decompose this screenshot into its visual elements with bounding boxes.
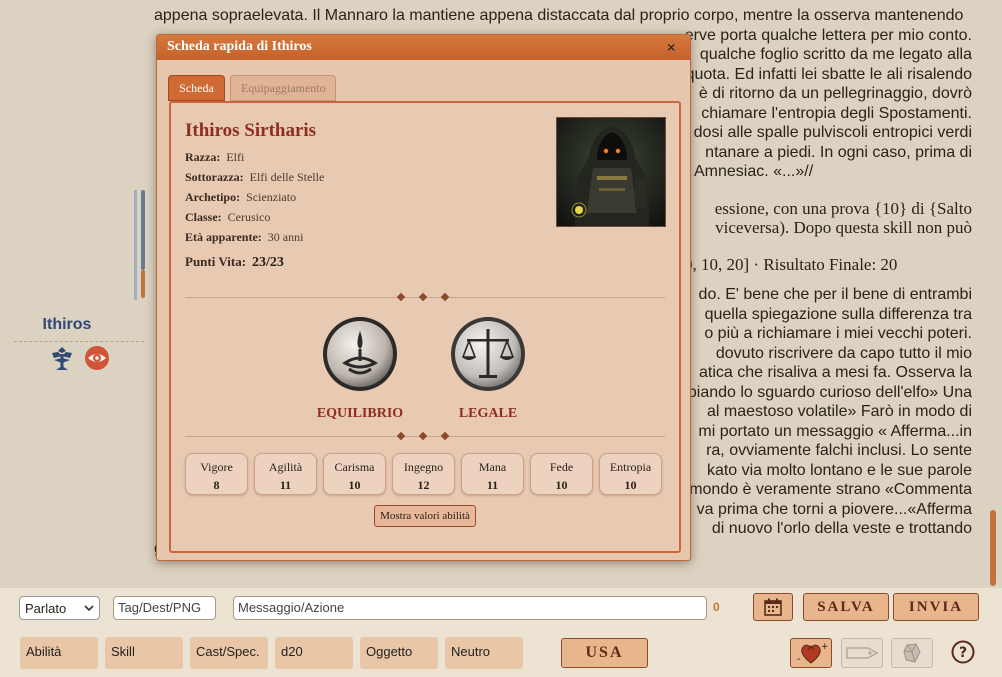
stat-mana: Mana 11	[461, 453, 524, 495]
use-button[interactable]: USA	[561, 638, 648, 668]
info-razza: Razza: Elfi	[185, 150, 245, 164]
svg-text:-: -	[797, 654, 801, 665]
message-placeholder: Messaggio/Azione	[238, 600, 345, 615]
scales-icon	[451, 317, 525, 391]
crystal-icon	[903, 643, 921, 663]
alignment-label: LEGALE	[458, 406, 518, 421]
action-abilita-button[interactable]: Abilità	[20, 637, 98, 669]
tag-input[interactable]: Tag/Dest/PNG	[113, 596, 216, 620]
tab-scheda[interactable]: Scheda	[168, 75, 225, 101]
char-counter: 0	[713, 600, 720, 614]
tag-button[interactable]	[841, 638, 883, 668]
help-icon[interactable]: ?	[951, 640, 975, 664]
stat-agilita: Agilità 11	[254, 453, 317, 495]
quick-sheet-modal: Scheda rapida di Ithiros × Scheda Equipa…	[156, 34, 691, 561]
send-button[interactable]: INVIA	[893, 593, 979, 621]
info-sottorazza: Sottorazza: Elfi delle Stelle	[185, 170, 325, 184]
character-portrait	[556, 117, 666, 227]
ornament-divider	[185, 431, 665, 442]
info-eta: Età apparente: 30 anni	[185, 230, 304, 244]
input-bar: Parlato Tag/Dest/PNG Messaggio/Azione 0 …	[0, 588, 1002, 677]
sheet-panel: Ithiros Sirtharis Razza: Elfi Sottorazza:…	[169, 101, 681, 553]
save-button[interactable]: SALVA	[803, 593, 889, 621]
ornament-divider	[185, 292, 665, 303]
info-archetipo: Archetipo: Scienziato	[185, 190, 297, 204]
tag-icon	[846, 647, 879, 659]
alignment-label: EQUILIBRIO	[316, 406, 404, 421]
alignment-equilibrio: EQUILIBRIO	[300, 315, 420, 422]
info-punti-vita: Punti Vita: 23/23	[185, 254, 284, 270]
message-input[interactable]: Messaggio/Azione	[233, 596, 707, 620]
stat-ingegno: Ingegno 12	[392, 453, 455, 495]
close-icon[interactable]: ×	[666, 38, 676, 58]
alignment-legale: LEGALE	[428, 315, 548, 422]
modal-header[interactable]: Scheda rapida di Ithiros ×	[157, 35, 690, 60]
stats-row: Vigore 8 Agilità 11 Carisma 10 Ingegno 12 Ma…	[185, 453, 662, 495]
stat-vigore: Vigore 8	[185, 453, 248, 495]
calendar-button[interactable]	[753, 593, 793, 621]
character-info: Razza: Elfi Sottorazza: Elfi delle Stelle …	[185, 150, 324, 274]
action-cast-button[interactable]: Cast/Spec.	[190, 637, 268, 669]
tag-placeholder: Tag/Dest/PNG	[118, 600, 202, 615]
heart-button[interactable]: - +	[790, 638, 832, 668]
character-full-name: Ithiros Sirtharis	[185, 120, 317, 141]
mode-select[interactable]: Parlato	[19, 596, 100, 620]
stat-entropia: Entropia 10	[599, 453, 662, 495]
action-oggetto-button[interactable]: Oggetto	[360, 637, 438, 669]
help-label: ?	[959, 645, 967, 661]
svg-text:+: +	[821, 642, 828, 652]
tab-equipaggiamento[interactable]: Equipaggiamento	[230, 75, 336, 101]
heart-icon: - +	[797, 642, 828, 665]
info-classe: Classe: Cerusico	[185, 210, 271, 224]
action-neutro-button[interactable]: Neutro	[445, 637, 523, 669]
stat-carisma: Carisma 10	[323, 453, 386, 495]
calendar-icon	[764, 598, 782, 616]
show-skills-button[interactable]: Mostra valori abilità	[374, 505, 476, 527]
chevron-down-icon	[84, 605, 94, 612]
crystal-button[interactable]	[891, 638, 933, 668]
action-skill-button[interactable]: Skill	[105, 637, 183, 669]
stat-fede: Fede 10	[530, 453, 593, 495]
balance-spiral-icon	[323, 317, 397, 391]
mode-select-value: Parlato	[25, 600, 67, 616]
action-d20-button[interactable]: d20	[275, 637, 353, 669]
modal-title: Scheda rapida di Ithiros	[167, 39, 312, 54]
